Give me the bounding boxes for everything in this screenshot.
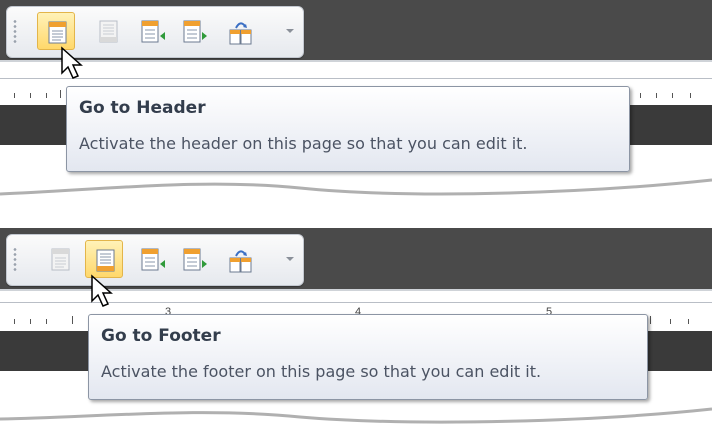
torn-edge [0, 170, 712, 196]
toolbar-grip[interactable] [13, 247, 17, 273]
go-to-header-button[interactable] [41, 240, 79, 278]
link-to-previous-button[interactable] [219, 12, 257, 50]
footer-panel: 3 4 5 Go to Footer Activate the footer o… [0, 228, 712, 427]
link-to-previous-button[interactable] [219, 240, 257, 278]
show-previous-icon [141, 20, 165, 43]
go-to-footer-button[interactable] [85, 240, 123, 278]
show-previous-icon [141, 248, 165, 271]
go-to-header-icon [51, 248, 70, 271]
show-next-icon [183, 248, 207, 271]
show-next-button[interactable] [173, 240, 211, 278]
show-previous-button[interactable] [131, 240, 169, 278]
tooltip: Go to Header Activate the header on this… [66, 86, 630, 172]
tooltip-title: Go to Header [79, 98, 206, 118]
tooltip-description: Activate the header on this page so that… [79, 134, 528, 153]
link-to-previous-icon [229, 250, 252, 273]
go-to-header-icon [48, 21, 67, 44]
go-to-header-button[interactable] [37, 12, 75, 50]
show-previous-button[interactable] [131, 12, 169, 50]
header-footer-toolbar [6, 6, 304, 58]
tooltip-title: Go to Footer [101, 326, 221, 346]
mouse-pointer-icon [91, 274, 113, 307]
torn-edge [0, 397, 712, 424]
show-next-icon [183, 20, 207, 43]
tooltip-description: Activate the footer on this page so that… [101, 362, 542, 381]
mouse-pointer-icon [61, 46, 83, 79]
tooltip: Go to Footer Activate the footer on this… [88, 314, 648, 400]
ruler-separator [0, 60, 712, 62]
link-to-previous-icon [229, 22, 252, 45]
go-to-footer-button[interactable] [89, 12, 127, 50]
header-footer-toolbar [6, 234, 304, 286]
header-panel: Go to Header Activate the header on this… [0, 0, 712, 200]
go-to-footer-icon [96, 249, 115, 272]
go-to-footer-icon [99, 20, 118, 43]
toolbar-grip[interactable] [13, 19, 17, 45]
toolbar-options-dropdown[interactable] [286, 257, 294, 261]
toolbar-options-dropdown[interactable] [286, 29, 294, 33]
show-next-button[interactable] [173, 12, 211, 50]
